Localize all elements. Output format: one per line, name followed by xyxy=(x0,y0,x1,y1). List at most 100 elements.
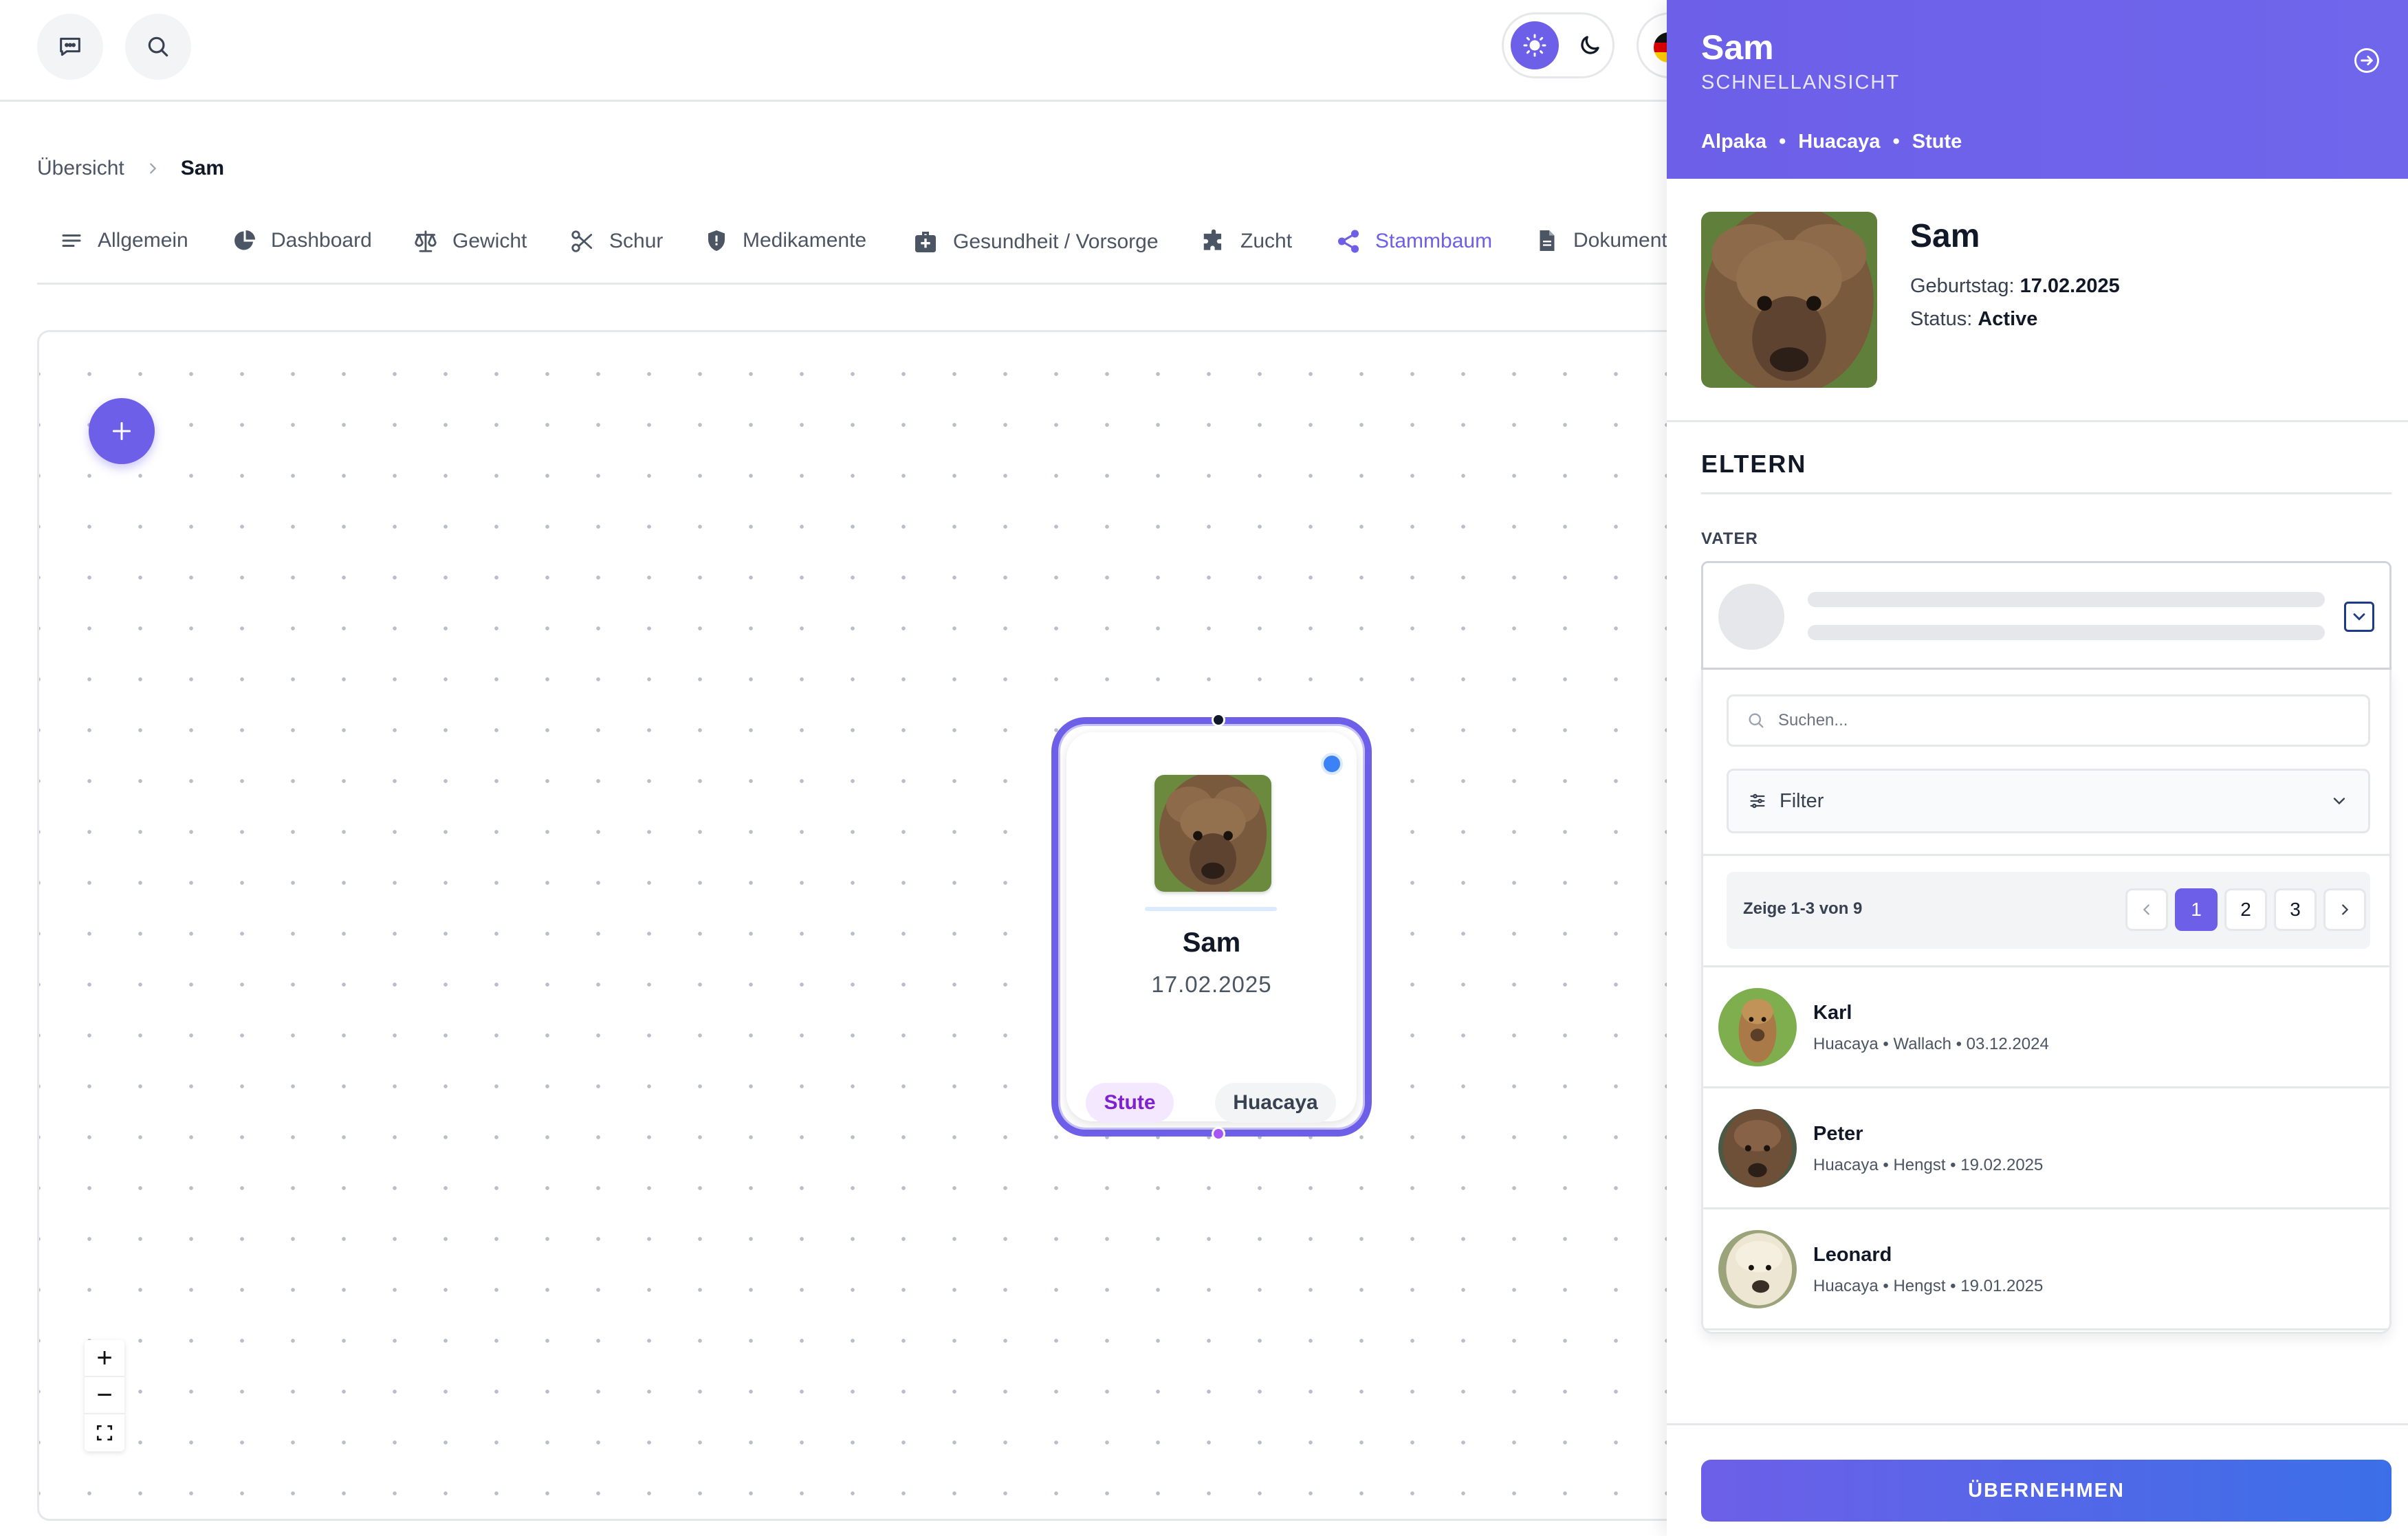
avatar xyxy=(1718,988,1797,1066)
tab-dashboard[interactable]: Dashboard xyxy=(232,228,372,253)
meta-sex: Stute xyxy=(1912,131,1962,153)
birthday-label: Geburtstag: xyxy=(1910,275,2015,297)
arrow-right-circle-icon xyxy=(2354,48,2379,73)
search-field[interactable] xyxy=(1727,694,2370,747)
node-handle-top[interactable] xyxy=(1212,713,1225,727)
panel-footer: ÜBERNEHMEN xyxy=(1667,1423,2408,1536)
lines-icon xyxy=(62,234,81,247)
list-item[interactable]: Leonard Huacaya • Hengst • 19.01.2025 xyxy=(1703,1209,2389,1330)
filter-label: Filter xyxy=(1780,789,1824,812)
first-aid-kit-icon xyxy=(915,232,936,252)
status-dot xyxy=(1321,753,1343,775)
profile-status: Status: Active xyxy=(1910,308,2037,331)
list-item[interactable]: Peter Huacaya • Hengst • 19.02.2025 xyxy=(1703,1088,2389,1209)
pagination-info: Zeige 1-3 von 9 xyxy=(1743,899,1863,918)
panel-meta: Alpaka • Huacaya • Stute xyxy=(1701,131,1962,153)
tab-label: Zucht xyxy=(1240,230,1293,252)
option-name: Peter xyxy=(1813,1123,1863,1145)
birthday-value: 17.02.2025 xyxy=(2020,275,2120,297)
zoom-out-button[interactable]: − xyxy=(85,1377,124,1414)
tab-label: Gewicht xyxy=(452,230,527,252)
father-label: VATER xyxy=(1701,529,1758,548)
next-page-button[interactable] xyxy=(2323,888,2366,931)
quick-view-panel: Sam SCHNELLANSICHT Alpaka • Huacaya • St… xyxy=(1667,0,2408,1536)
sun-icon xyxy=(1523,34,1546,57)
tab-medikamente[interactable]: Medikamente xyxy=(704,228,866,253)
status-label: Status: xyxy=(1910,308,1973,330)
tab-zucht[interactable]: Zucht xyxy=(1201,228,1292,254)
fit-view-icon xyxy=(96,1425,113,1441)
chevron-right-icon xyxy=(145,161,160,176)
add-node-button[interactable] xyxy=(89,398,155,464)
tab-label: Gesundheit / Vorsorge xyxy=(953,230,1159,253)
light-mode-button[interactable] xyxy=(1511,21,1559,69)
tab-dokumente[interactable]: Dokumente xyxy=(1535,228,1674,253)
node-handle-bottom[interactable] xyxy=(1212,1127,1225,1141)
tab-schur[interactable]: Schur xyxy=(569,228,663,254)
sex-tag: Stute xyxy=(1086,1083,1174,1123)
shield-icon xyxy=(708,230,725,251)
tab-allgemein[interactable]: Allgemein xyxy=(59,228,188,253)
prev-page-button[interactable] xyxy=(2125,888,2168,931)
tab-gewicht[interactable]: Gewicht xyxy=(413,228,527,254)
chat-bubble-icon xyxy=(60,37,80,56)
option-name: Leonard xyxy=(1813,1244,1892,1266)
tab-gesundheit-vorsorge[interactable]: Gesundheit / Vorsorge xyxy=(912,228,1159,256)
tab-label: Schur xyxy=(609,230,664,252)
sliders-icon xyxy=(1750,793,1765,809)
status-value: Active xyxy=(1978,308,2038,330)
fit-view-button[interactable] xyxy=(85,1414,124,1451)
breed-tag: Huacaya xyxy=(1215,1083,1336,1123)
divider xyxy=(1703,854,2389,856)
select-toggle[interactable] xyxy=(2344,602,2374,632)
search-input[interactable] xyxy=(1778,711,2342,730)
zoom-controls: + − xyxy=(85,1340,124,1451)
chevron-down-icon xyxy=(2333,798,2345,805)
close-panel-button[interactable] xyxy=(2352,45,2382,79)
theme-toggle[interactable] xyxy=(1502,12,1615,78)
profile-photo xyxy=(1701,212,1877,388)
tab-label: Dashboard xyxy=(271,229,372,252)
page-button-3[interactable]: 3 xyxy=(2274,888,2317,931)
avatar xyxy=(1718,1230,1797,1308)
panel-header: Sam SCHNELLANSICHT Alpaka • Huacaya • St… xyxy=(1667,0,2408,179)
pedigree-node[interactable]: Sam 17.02.2025 Stute Huacaya xyxy=(1051,713,1372,1141)
search-button[interactable] xyxy=(125,14,191,80)
moon-icon xyxy=(1581,36,1599,54)
avatar xyxy=(1718,1109,1797,1187)
breadcrumb-overview-link[interactable]: Übersicht xyxy=(37,157,124,180)
tab-label: Allgemein xyxy=(98,229,188,252)
option-meta: Huacaya • Wallach • 03.12.2024 xyxy=(1813,1035,2049,1053)
page-button-1[interactable]: 1 xyxy=(2175,888,2218,931)
meta-separator: • xyxy=(1892,131,1900,153)
tab-label: Medikamente xyxy=(743,229,867,252)
meta-species: Alpaka xyxy=(1701,131,1767,153)
filter-button[interactable]: Filter xyxy=(1727,769,2370,833)
puzzle-icon xyxy=(1203,229,1222,250)
chat-button[interactable] xyxy=(37,14,103,80)
section-divider xyxy=(1701,492,2391,494)
breadcrumb: Übersicht Sam xyxy=(37,157,224,180)
pedigree-canvas[interactable]: Sam 17.02.2025 Stute Huacaya + − xyxy=(37,330,1687,1521)
meta-separator: • xyxy=(1779,131,1786,153)
page-button-2[interactable]: 2 xyxy=(2224,888,2267,931)
node-name: Sam xyxy=(1182,928,1241,958)
breadcrumb-current: Sam xyxy=(180,157,225,179)
profile-name: Sam xyxy=(1910,218,1980,254)
search-icon xyxy=(148,36,168,57)
document-icon xyxy=(1540,230,1555,251)
father-select[interactable] xyxy=(1701,561,2391,670)
apply-button[interactable]: ÜBERNEHMEN xyxy=(1701,1460,2391,1522)
list-item[interactable]: Karl Huacaya • Wallach • 03.12.2024 xyxy=(1703,967,2389,1088)
chevron-down-icon xyxy=(2353,613,2365,621)
option-meta: Huacaya • Hengst • 19.01.2025 xyxy=(1813,1277,2044,1295)
tab-stammbaum[interactable]: Stammbaum xyxy=(1335,228,1492,254)
tab-bar: Allgemein Dashboard Gewicht Schur Medika… xyxy=(37,221,1674,285)
plus-icon xyxy=(112,421,131,441)
dark-mode-button[interactable] xyxy=(1566,21,1614,69)
scale-icon xyxy=(415,230,437,252)
chevron-left-icon xyxy=(2143,904,2149,915)
zoom-in-button[interactable]: + xyxy=(85,1340,124,1377)
skeleton-line xyxy=(1808,625,2325,640)
panel-subtitle: SCHNELLANSICHT xyxy=(1701,72,1901,94)
